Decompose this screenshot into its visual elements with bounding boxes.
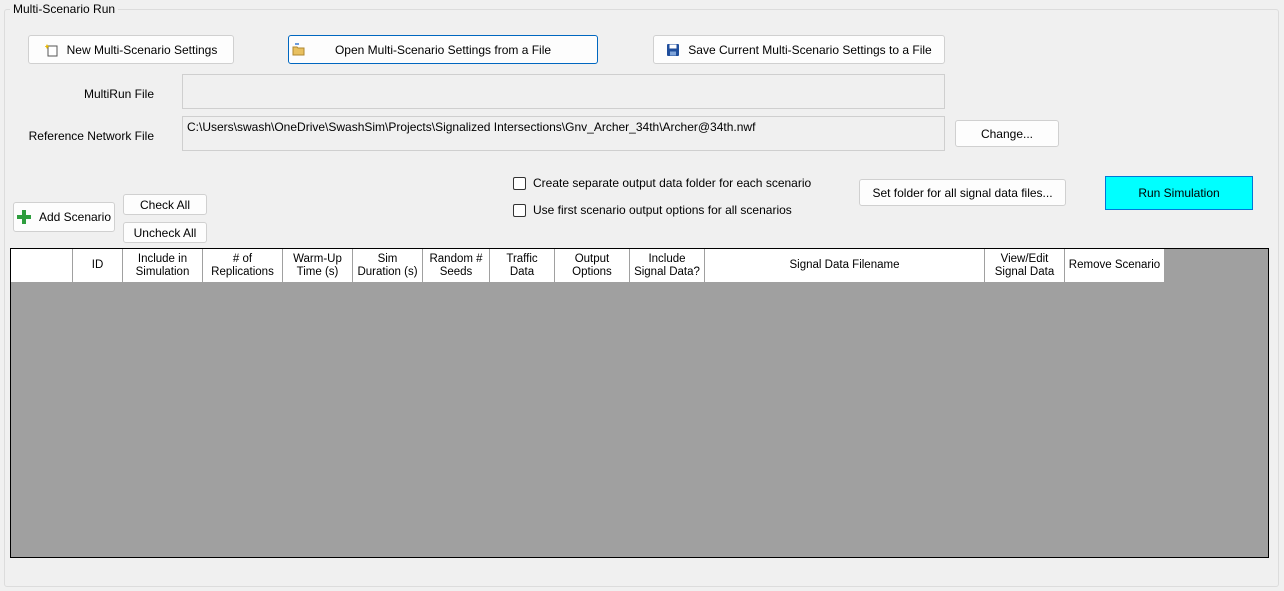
column-header-include-signal[interactable]: Include Signal Data? [630, 249, 705, 283]
reference-network-field[interactable]: C:\Users\swash\OneDrive\SwashSim\Project… [182, 116, 945, 151]
multirun-file-field[interactable] [182, 74, 945, 109]
column-header-duration[interactable]: Sim Duration (s) [353, 249, 423, 283]
check-all-label: Check All [139, 197, 191, 212]
plus-icon [16, 210, 31, 224]
reference-network-label: Reference Network File [28, 129, 154, 143]
column-header-seeds[interactable]: Random # Seeds [423, 249, 490, 283]
new-settings-button[interactable]: New Multi-Scenario Settings [28, 35, 234, 64]
run-simulation-label: Run Simulation [1138, 186, 1220, 200]
column-header-select[interactable] [11, 249, 73, 283]
open-settings-button[interactable]: Open Multi-Scenario Settings from a File [288, 35, 598, 64]
first-scenario-box[interactable] [513, 203, 526, 217]
new-settings-label: New Multi-Scenario Settings [66, 42, 218, 57]
save-settings-label: Save Current Multi-Scenario Settings to … [688, 42, 932, 57]
save-disk-icon [666, 43, 680, 57]
column-header-signal-filename[interactable]: Signal Data Filename [705, 249, 985, 283]
column-header-traffic[interactable]: Traffic Data [490, 249, 555, 283]
scenario-grid[interactable]: ID Include in Simulation # of Replicatio… [10, 248, 1269, 558]
set-signal-folder-label: Set folder for all signal data files... [872, 185, 1053, 200]
separate-folder-label: Create separate output data folder for e… [533, 176, 812, 190]
grid-header: ID Include in Simulation # of Replicatio… [11, 249, 1268, 283]
column-header-include[interactable]: Include in Simulation [123, 249, 203, 283]
separate-folder-checkbox[interactable]: Create separate output data folder for e… [513, 176, 811, 190]
change-label: Change... [980, 126, 1034, 141]
column-header-output[interactable]: Output Options [555, 249, 630, 283]
change-button[interactable]: Change... [955, 120, 1059, 147]
save-settings-button[interactable]: Save Current Multi-Scenario Settings to … [653, 35, 945, 64]
check-all-button[interactable]: Check All [123, 194, 207, 215]
uncheck-all-label: Uncheck All [133, 225, 197, 240]
column-header-view-edit[interactable]: View/Edit Signal Data [985, 249, 1065, 283]
first-scenario-label: Use first scenario output options for al… [533, 203, 792, 217]
set-signal-folder-button[interactable]: Set folder for all signal data files... [859, 179, 1066, 206]
run-simulation-button[interactable]: Run Simulation [1105, 176, 1253, 210]
separate-folder-box[interactable] [513, 176, 526, 190]
multirun-file-label: MultiRun File [83, 87, 154, 101]
new-settings-icon [43, 43, 59, 57]
first-scenario-checkbox[interactable]: Use first scenario output options for al… [513, 203, 792, 217]
group-title: Multi-Scenario Run [10, 2, 119, 16]
column-header-id[interactable]: ID [73, 249, 123, 283]
open-folder-icon [292, 43, 306, 57]
column-header-remove[interactable]: Remove Scenario [1065, 249, 1165, 283]
column-header-warmup[interactable]: Warm-Up Time (s) [283, 249, 353, 283]
add-scenario-button[interactable]: Add Scenario [13, 202, 115, 232]
column-header-replications[interactable]: # of Replications [203, 249, 283, 283]
uncheck-all-button[interactable]: Uncheck All [123, 222, 207, 243]
open-settings-label: Open Multi-Scenario Settings from a File [334, 42, 552, 57]
add-scenario-label: Add Scenario [38, 210, 112, 224]
